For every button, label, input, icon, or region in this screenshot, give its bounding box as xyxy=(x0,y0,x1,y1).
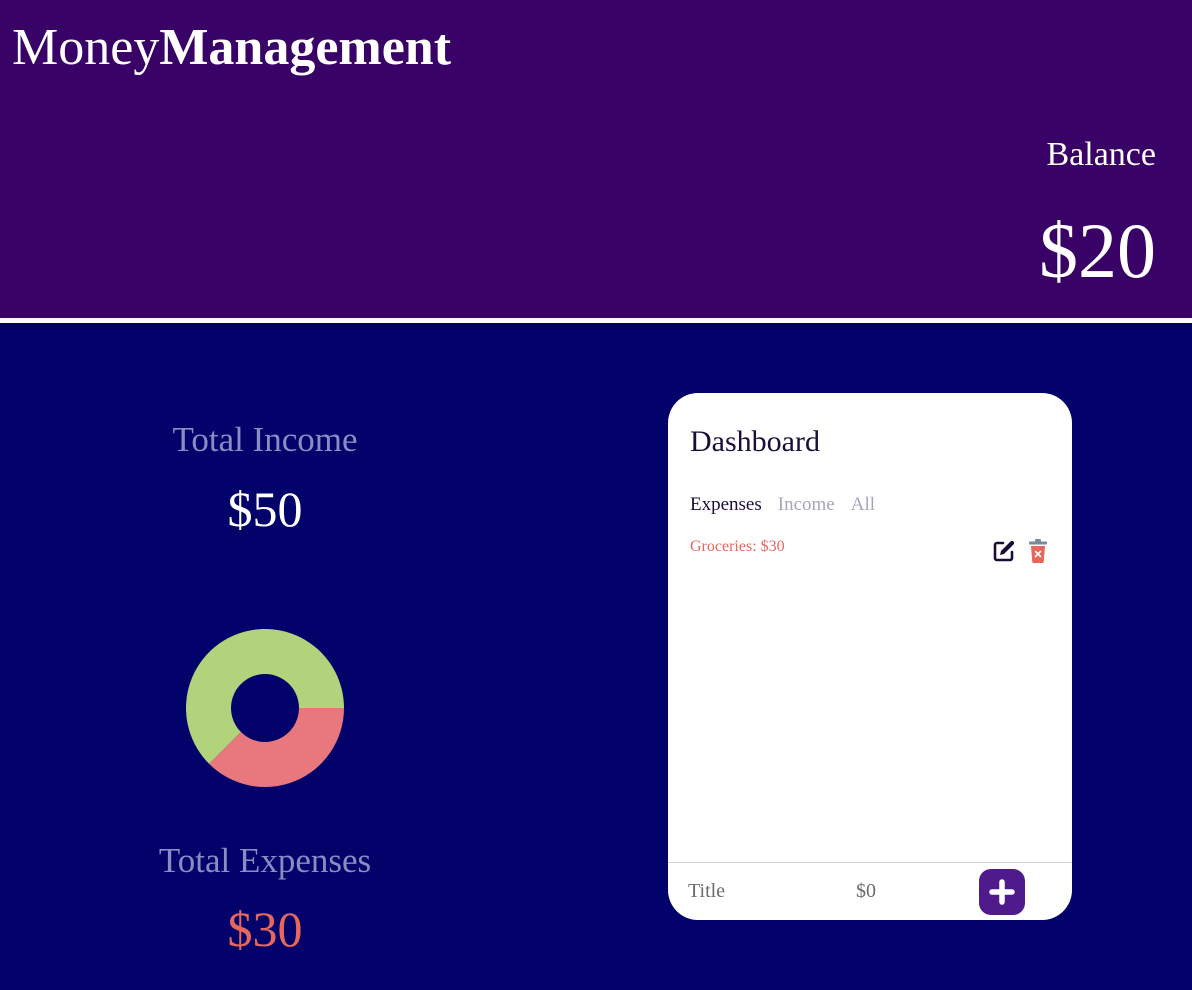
total-expenses-amount: $30 xyxy=(227,901,303,957)
income-expense-donut-chart xyxy=(186,629,344,787)
dashboard-card: Dashboard Expenses Income All Groceries:… xyxy=(668,393,1072,920)
dashboard-title: Dashboard xyxy=(690,425,820,458)
title-input[interactable] xyxy=(688,877,828,905)
app-title-regular: Money xyxy=(12,19,160,76)
delete-icon[interactable] xyxy=(1028,539,1048,563)
total-expenses-label: Total Expenses xyxy=(158,841,372,880)
app-title: MoneyManagement xyxy=(12,22,451,74)
balance-label: Balance xyxy=(1046,136,1157,173)
plus-icon xyxy=(989,879,1015,905)
tab-all[interactable]: All xyxy=(851,495,875,514)
amount-input[interactable] xyxy=(856,877,946,905)
edit-icon[interactable] xyxy=(992,539,1016,563)
add-entry-form xyxy=(668,862,1072,920)
add-entry-button[interactable] xyxy=(979,869,1025,915)
dashboard-tabs: Expenses Income All xyxy=(690,495,875,514)
list-item: Groceries: $30 xyxy=(690,538,785,555)
app-title-bold: Management xyxy=(159,19,452,76)
tab-expenses[interactable]: Expenses xyxy=(690,495,762,514)
app-header: MoneyManagement Balance $20 xyxy=(0,0,1192,318)
total-income-amount: $50 xyxy=(227,481,303,537)
balance-amount: $20 xyxy=(1039,207,1156,294)
tab-income[interactable]: Income xyxy=(778,495,835,514)
header-divider xyxy=(0,318,1192,323)
total-income-label: Total Income xyxy=(172,420,358,459)
